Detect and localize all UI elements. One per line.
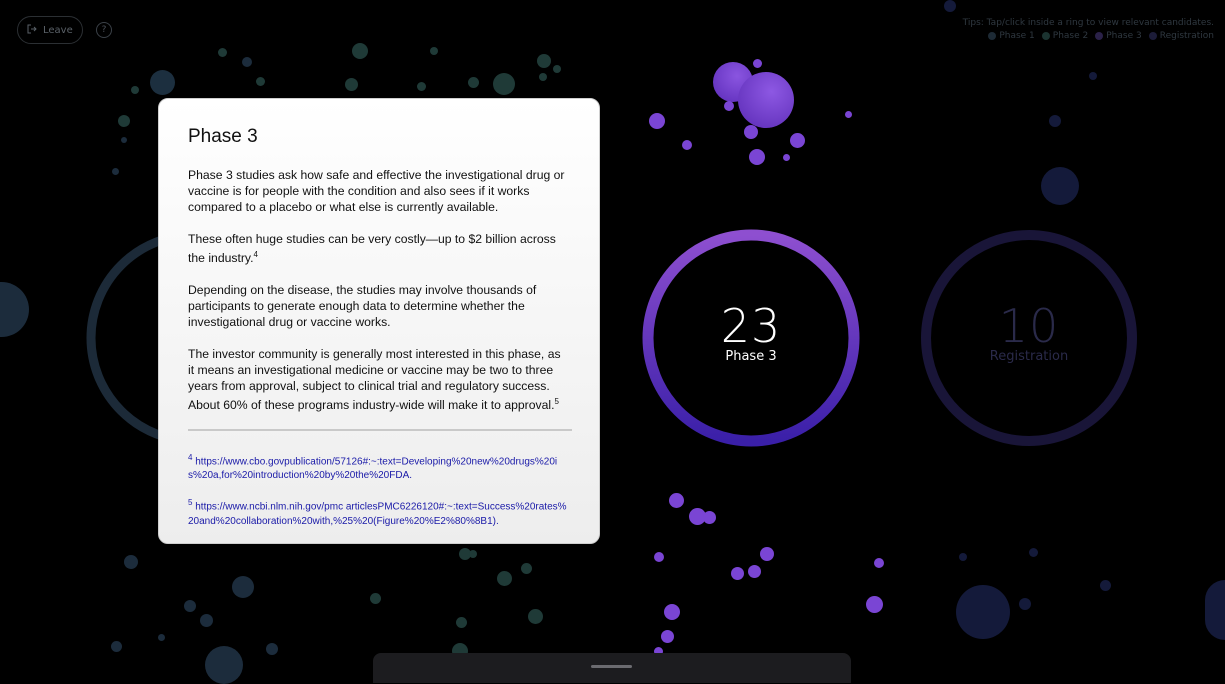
paragraph-text: Depending on the disease, the studies ma… [188, 283, 537, 330]
legend-label: Phase 1 [999, 31, 1035, 41]
card-paragraph: The investor community is generally most… [188, 346, 570, 413]
leave-label: Leave [43, 24, 73, 36]
footnote: 4 https://www.cbo.govpublication/57126#:… [188, 451, 570, 483]
bottom-drawer[interactable] [373, 653, 851, 683]
legend-dot [1148, 32, 1157, 40]
card-paragraph: Phase 3 studies ask how safe and effecti… [188, 167, 570, 215]
legend-dot [988, 32, 997, 40]
registration-ring-label[interactable]: 10 Registration [959, 303, 1099, 364]
legend: Phase 1 Phase 2 Phase 3 Registration [963, 31, 1214, 41]
card-title: Phase 3 [188, 126, 258, 147]
footnote-ref[interactable]: 5 [554, 397, 558, 406]
registration-count: 10 [998, 299, 1060, 353]
footnote-number: 4 [188, 453, 193, 463]
legend-label: Phase 3 [1106, 31, 1142, 41]
paragraph-text: The investor community is generally most… [188, 347, 561, 413]
tips-panel: Tips: Tap/click inside a ring to view re… [963, 18, 1214, 41]
footnote-number: 5 [188, 498, 193, 508]
footnote-link[interactable]: https://www.ncbi.nlm.nih.gov/pmc article… [188, 502, 567, 527]
leave-button[interactable]: Leave [17, 16, 83, 44]
phase-info-card: Phase 3 Phase 3 studies ask how safe and… [158, 98, 600, 544]
footnote: 5 https://www.ncbi.nlm.nih.gov/pmc artic… [188, 496, 570, 528]
card-paragraph: These often huge studies can be very cos… [188, 231, 570, 266]
legend-item-phase1: Phase 1 [988, 31, 1035, 41]
phase3-ring-label[interactable]: 23 Phase 3 [681, 303, 821, 364]
legend-label: Phase 2 [1052, 31, 1089, 41]
legend-dot [1041, 32, 1050, 40]
card-paragraph: Depending on the disease, the studies ma… [188, 282, 570, 330]
exit-icon [27, 24, 37, 37]
legend-label: Registration [1159, 31, 1214, 41]
footnote-link[interactable]: https://www.cbo.govpublication/57126#:~:… [188, 456, 557, 481]
legend-item-registration: Registration [1148, 31, 1214, 41]
footnote-ref[interactable]: 4 [253, 250, 257, 259]
divider [188, 429, 572, 432]
phase3-label: Phase 3 [725, 349, 777, 364]
drawer-handle[interactable] [591, 665, 632, 668]
legend-item-phase2: Phase 2 [1041, 31, 1089, 41]
paragraph-text: Phase 3 studies ask how safe and effecti… [188, 168, 565, 214]
tips-text: Tips: Tap/click inside a ring to view re… [962, 18, 1214, 28]
legend-dot [1095, 32, 1104, 40]
legend-item-phase3: Phase 3 [1095, 31, 1142, 41]
phase3-count: 23 [720, 299, 782, 353]
help-button[interactable]: ? [96, 22, 112, 38]
registration-label: Registration [989, 349, 1069, 364]
paragraph-text: These often huge studies can be very cos… [188, 232, 556, 266]
